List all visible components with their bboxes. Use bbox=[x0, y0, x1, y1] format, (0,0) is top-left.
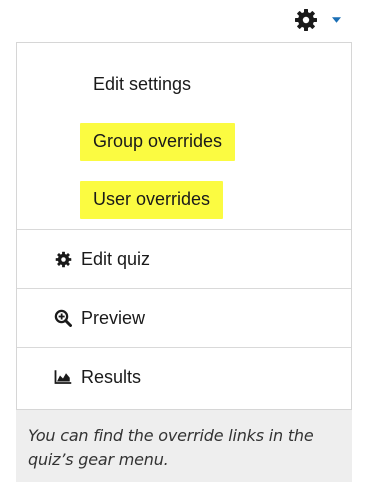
menu-item-edit-quiz[interactable]: Edit quiz bbox=[17, 230, 351, 288]
caption-text: You can find the override links in the q… bbox=[28, 426, 314, 469]
menu-item-edit-settings[interactable]: Edit settings bbox=[17, 55, 351, 113]
caption: You can find the override links in the q… bbox=[16, 410, 352, 482]
page: Edit settings Group overrides User overr… bbox=[0, 0, 368, 490]
gear-icon bbox=[54, 250, 72, 268]
gear-menu-trigger[interactable] bbox=[294, 8, 360, 32]
menu-item-label: Results bbox=[81, 367, 142, 387]
caret-down-icon bbox=[332, 17, 341, 23]
menu-item-label: Edit settings bbox=[93, 74, 192, 94]
menu-item-group-overrides[interactable]: Group overrides bbox=[17, 113, 351, 171]
menu-item-label: Group overrides bbox=[80, 123, 236, 161]
gear-dropdown-menu: Edit settings Group overrides User overr… bbox=[16, 42, 352, 410]
gear-icon bbox=[295, 9, 317, 31]
menu-item-user-overrides[interactable]: User overrides bbox=[17, 171, 351, 229]
menu-item-preview[interactable]: Preview bbox=[17, 289, 351, 347]
menu-item-label: Edit quiz bbox=[81, 249, 151, 269]
menu-item-label: User overrides bbox=[80, 181, 224, 219]
menu-item-results[interactable]: Results bbox=[17, 348, 351, 406]
area-chart-icon bbox=[54, 368, 72, 386]
menu-item-label: Preview bbox=[81, 308, 146, 328]
zoom-in-icon bbox=[54, 309, 72, 327]
